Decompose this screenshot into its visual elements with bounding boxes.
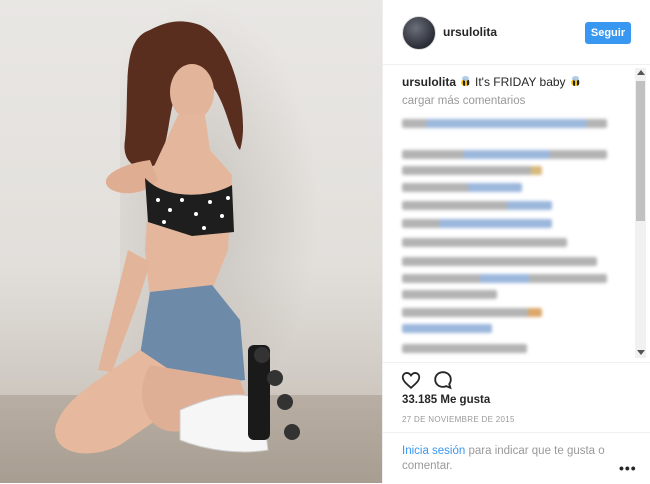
caption-text: It's FRIDAY baby	[475, 75, 566, 89]
follow-button[interactable]: Seguir	[585, 22, 631, 44]
more-options-icon[interactable]: •••	[619, 460, 637, 476]
blurred-comment	[402, 166, 542, 175]
blurred-comment	[402, 344, 527, 353]
blurred-comment	[402, 183, 522, 192]
comment-icon[interactable]	[432, 369, 454, 391]
comments-list: ursulolita It's FRIDAY baby cargar más co…	[383, 64, 650, 360]
blurred-comment	[402, 290, 497, 299]
heart-icon[interactable]	[400, 369, 422, 391]
login-link[interactable]: Inicia sesión	[402, 445, 465, 457]
action-bar	[383, 362, 650, 393]
blurred-comment	[402, 201, 552, 210]
blurred-comment	[402, 308, 542, 317]
likes-count[interactable]: 33.185 Me gusta	[402, 394, 490, 406]
post-photo[interactable]	[0, 0, 382, 483]
login-prompt-text: Inicia sesión para indicar que te gusta …	[402, 444, 622, 474]
blurred-comment	[402, 324, 492, 333]
blurred-comment	[402, 119, 607, 128]
post-header: ursulolita Seguir	[383, 0, 650, 65]
bee-icon	[569, 76, 582, 87]
login-prompt: Inicia sesión para indicar que te gusta …	[383, 432, 650, 484]
post-date: 27 DE NOVIEMBRE DE 2015	[402, 415, 515, 424]
post-side-panel: ursulolita Seguir ursulolita It's FRIDAY …	[382, 0, 650, 483]
caption-username[interactable]: ursulolita	[402, 75, 456, 89]
caption: ursulolita It's FRIDAY baby	[402, 75, 585, 89]
comments-scrollbar[interactable]	[635, 68, 646, 358]
scroll-down-icon[interactable]	[636, 350, 645, 355]
bee-icon	[459, 76, 472, 87]
load-more-comments-link[interactable]: cargar más comentarios	[402, 95, 525, 107]
blurred-comment	[402, 257, 597, 266]
avatar[interactable]	[402, 16, 436, 50]
figure-illustration	[55, 21, 300, 454]
blurred-comment	[402, 238, 567, 247]
scroll-up-icon[interactable]	[636, 70, 645, 75]
blurred-comment	[402, 150, 607, 159]
header-username[interactable]: ursulolita	[443, 25, 497, 39]
blurred-comment	[402, 274, 607, 283]
scroll-thumb[interactable]	[636, 81, 645, 221]
blurred-comment	[402, 219, 552, 228]
